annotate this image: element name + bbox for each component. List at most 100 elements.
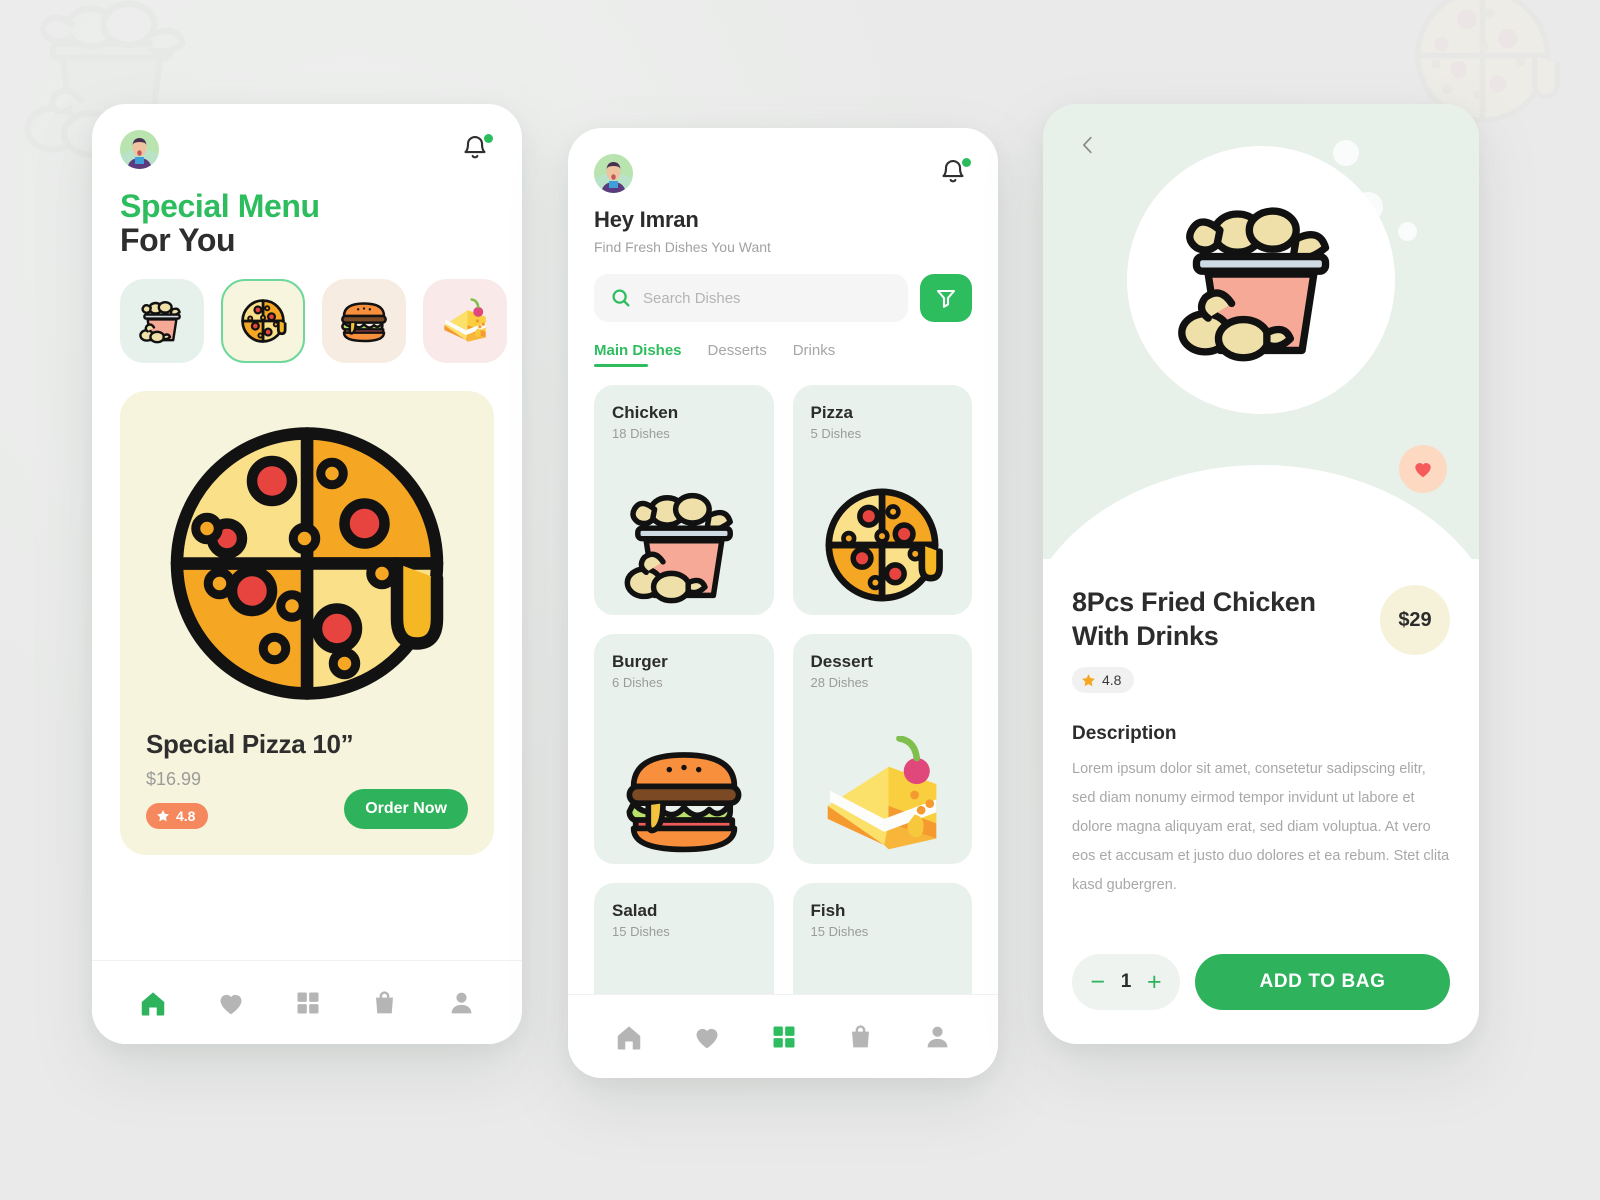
product-header: 8Pcs Fried Chicken With Drinks $29 [1072,585,1450,655]
category-name: Dessert [810,652,873,671]
product-hero [1043,104,1479,559]
bottom-navigation [568,994,998,1078]
tab-drinks[interactable]: Drinks [793,342,836,367]
search-row [594,274,972,322]
quantity-stepper[interactable]: − 1 + [1072,954,1180,1010]
dish-type-tabs: Main Dishes Desserts Drinks [594,342,972,367]
profile-icon [451,992,472,1014]
tab-profile[interactable] [923,1022,952,1051]
star-icon [157,810,169,822]
phone1-topbar [120,130,494,169]
category-chip-pizza[interactable] [221,279,305,364]
category-count: 15 Dishes [810,924,869,939]
avatar[interactable] [594,154,633,193]
notification-dot [962,157,971,167]
featured-dish-card[interactable]: Special Pizza 10” $16.99 4.8 Order Now [120,391,494,856]
search-box[interactable] [594,274,908,322]
cake-slice-icon [444,298,486,343]
phone2-content: Hey Imran Find Fresh Dishes You Want Sea… [568,128,998,1078]
phone2-topbar [594,154,972,193]
favorite-button[interactable] [1399,445,1447,493]
tab-profile[interactable] [447,988,476,1017]
tab-desserts[interactable]: Desserts [708,342,767,367]
decorative-bubble [1398,222,1417,241]
chicken-bucket-icon [139,301,181,344]
page-title-line2: For You [120,222,236,259]
heart-icon [1415,463,1431,478]
tab-home[interactable] [614,1022,644,1052]
tab-categories[interactable] [294,989,322,1017]
category-chip-burger[interactable] [322,279,406,364]
description-heading: Description [1072,723,1177,744]
tab-favorites[interactable] [216,988,246,1018]
grid-icon [773,1026,795,1047]
bag-icon [852,1025,869,1048]
category-chip-chicken[interactable] [120,279,204,364]
chicken-bucket-icon [624,492,733,604]
notification-button[interactable] [460,133,494,167]
notification-button[interactable] [938,157,972,191]
category-chip-dessert[interactable] [423,279,507,364]
burger-icon [341,302,387,343]
tab-categories[interactable] [770,1023,798,1051]
increment-button[interactable]: + [1145,969,1164,995]
page-title: Special Menu For You [120,189,494,259]
category-artwork [793,736,973,854]
canvas-background: Special Menu For You Special Pizza 10” $… [0,0,1600,1200]
product-price: $29 [1380,585,1450,655]
category-card-chicken[interactable]: Chicken 18 Dishes [594,385,774,615]
category-count: 15 Dishes [612,924,670,939]
chicken-bucket-icon [1178,207,1330,362]
back-button[interactable] [1073,130,1103,160]
product-rating-value: 4.8 [1102,672,1122,688]
featured-rating-badge: 4.8 [146,803,209,830]
product-actions: − 1 + ADD TO BAG [1072,954,1450,1010]
category-chip-list [120,279,507,364]
category-name: Burger [612,652,668,671]
tab-bag[interactable] [370,988,399,1017]
phone-screen-product-detail: 8Pcs Fried Chicken With Drinks $29 4.8 D… [1043,104,1479,1044]
category-card-dessert[interactable]: Dessert 28 Dishes [792,634,973,864]
tab-home[interactable] [138,988,168,1018]
search-input[interactable] [643,289,892,307]
grid-icon [297,992,319,1013]
avatar[interactable] [120,130,159,169]
featured-dish-price: $16.99 [146,769,202,790]
product-image [1127,146,1395,414]
home-icon [141,991,165,1015]
product-rating-badge: 4.8 [1072,667,1135,693]
category-count: 18 Dishes [612,426,670,441]
featured-rating-value: 4.8 [176,808,196,825]
category-artwork [594,485,774,605]
bottom-navigation [92,960,522,1044]
heart-icon [696,1028,718,1048]
add-to-bag-button[interactable]: ADD TO BAG [1195,954,1450,1010]
category-card-burger[interactable]: Burger 6 Dishes [594,634,774,864]
pizza-icon [241,299,287,344]
category-grid: Chicken 18 Dishes Pizza 5 Dishes Burger … [594,385,972,1078]
category-count: 6 Dishes [612,675,663,690]
decorative-bubble [1333,140,1359,166]
featured-dish-name: Special Pizza 10” [146,729,354,760]
category-count: 28 Dishes [810,675,869,690]
burger-icon [626,752,742,853]
profile-icon [927,1026,948,1048]
product-title: 8Pcs Fried Chicken With Drinks [1072,587,1316,652]
order-now-button[interactable]: Order Now [344,789,468,830]
decrement-button[interactable]: − [1088,969,1107,995]
phone1-content: Special Menu For You Special Pizza 10” $… [92,104,522,856]
tab-main-dishes[interactable]: Main Dishes [594,342,682,367]
pizza-icon [170,427,444,701]
filter-icon [936,289,956,308]
pizza-icon [825,488,944,602]
heart-icon [220,994,242,1014]
featured-dish-image [146,417,468,715]
category-card-pizza[interactable]: Pizza 5 Dishes [792,385,972,615]
category-artwork [594,744,774,854]
star-icon [1082,673,1095,686]
tab-favorites[interactable] [692,1022,722,1052]
tab-bag[interactable] [846,1022,875,1051]
phone-screen-dish-categories: Hey Imran Find Fresh Dishes You Want Sea… [568,128,998,1078]
description-text: Lorem ipsum dolor sit amet, consetetur s… [1072,761,1450,893]
filter-button[interactable] [920,274,972,322]
